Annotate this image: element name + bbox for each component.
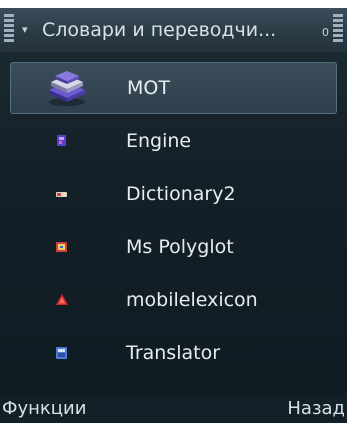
title-bar: ▾ Словари и переводчи... 0 [0, 8, 347, 52]
phone-display: ▾ Словари и переводчи... 0 MOT Engine Di… [0, 0, 347, 423]
list-item-mobilelexicon[interactable]: mobilelexicon [0, 274, 347, 326]
list-item-engine[interactable]: Engine [0, 115, 347, 167]
list-item-ms-polyglot[interactable]: Ms Polyglot [0, 221, 347, 273]
app-screen: ▾ Словари и переводчи... 0 MOT Engine Di… [0, 8, 347, 423]
books-stack-icon [49, 71, 85, 106]
item-count: 0 [322, 26, 329, 39]
softkey-bar: Функции Назад [0, 394, 347, 423]
back-softkey[interactable]: Назад [287, 396, 345, 422]
app-label: Ms Polyglot [126, 236, 234, 258]
app-label: Engine [126, 130, 192, 152]
app-label: MOT [127, 77, 170, 99]
app-list: MOT Engine Dictionary2 Ms Polyglot mobil… [0, 62, 347, 382]
options-softkey[interactable]: Функции [2, 396, 86, 422]
list-item-mot[interactable]: MOT [10, 62, 337, 114]
dictionary2-app-icon [56, 192, 67, 197]
ms-polyglot-app-icon [56, 242, 67, 252]
app-label: Translator [126, 342, 221, 364]
list-item-translator[interactable]: Translator [0, 327, 347, 379]
translator-app-icon [56, 347, 67, 359]
mobilelexicon-app-icon [56, 294, 68, 305]
battery-level-icon [333, 14, 343, 46]
list-item-dictionary2[interactable]: Dictionary2 [0, 168, 347, 220]
signal-strength-icon [4, 14, 14, 46]
engine-app-icon [57, 135, 66, 146]
window-title: Словари и переводчи... [42, 19, 277, 41]
app-label: mobilelexicon [126, 289, 258, 311]
app-label: Dictionary2 [126, 183, 236, 205]
folder-arrow-icon: ▾ [22, 23, 28, 36]
